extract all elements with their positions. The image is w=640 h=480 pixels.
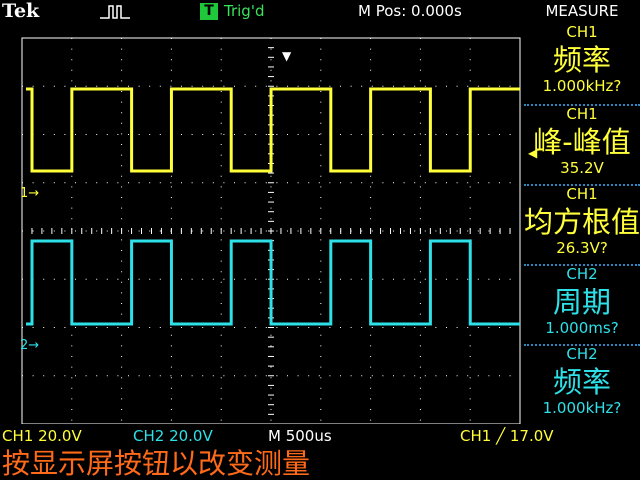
ch2-waveform bbox=[26, 239, 520, 326]
measure-type: 峰-峰值 bbox=[533, 125, 631, 159]
measure-source: CH1 bbox=[566, 185, 598, 203]
measure-source: CH1 bbox=[566, 105, 598, 123]
measure-value: 26.3V? bbox=[556, 239, 608, 257]
measure-value: 1.000kHz? bbox=[542, 77, 622, 95]
measure-value: 1.000kHz? bbox=[542, 399, 622, 417]
scale-readout-bar: CH1 20.0V CH2 20.0V M 500us CH1 ╱ 17.0V bbox=[0, 426, 640, 446]
measure-type: 频率 bbox=[552, 43, 611, 77]
ch2-ground-marker: 2→ bbox=[20, 338, 40, 353]
time-per-div: M 500us bbox=[268, 427, 332, 445]
measure-source: CH1 bbox=[566, 23, 598, 41]
ch1-waveform bbox=[26, 87, 520, 173]
measure-type: 均方根值 bbox=[524, 205, 640, 239]
measure-slot-4[interactable]: CH2 周期 1.000ms? bbox=[524, 264, 640, 342]
measure-type: 频率 bbox=[552, 365, 611, 399]
ch2-volts-per-div: CH2 20.0V bbox=[133, 427, 213, 445]
help-message: 按显示屏按钮以改变测量 bbox=[2, 447, 311, 480]
down-arrow-icon: ▼ bbox=[282, 49, 292, 63]
measure-slot-2[interactable]: CH1 峰-峰值 35.2V bbox=[524, 104, 640, 182]
run-pulse-icon bbox=[100, 3, 130, 20]
graticule bbox=[21, 37, 521, 424]
measure-slot-1[interactable]: CH1 频率 1.000kHz? bbox=[524, 22, 640, 100]
measure-value: 1.000ms? bbox=[545, 319, 619, 337]
trigger-readout: CH1 ╱ 17.0V bbox=[460, 427, 554, 445]
ch1-volts-per-div: CH1 20.0V bbox=[2, 427, 82, 445]
measure-source: CH2 bbox=[566, 345, 598, 363]
measure-slot-5[interactable]: CH2 频率 1.000kHz? bbox=[524, 344, 640, 422]
measure-title: MEASURE bbox=[545, 2, 619, 20]
ch1-ground-marker: 1→ bbox=[20, 186, 40, 201]
measure-value: 35.2V bbox=[560, 159, 604, 177]
waveform-display[interactable]: ▼ 1→ 2→ ◀ bbox=[20, 22, 537, 424]
measure-type: 周期 bbox=[552, 285, 611, 319]
trigger-badge: T bbox=[200, 3, 218, 20]
horizontal-position: M Pos: 0.000s bbox=[358, 2, 462, 20]
brand-logo: Tek bbox=[2, 0, 40, 22]
measure-slot-3[interactable]: CH1 均方根值 26.3V? bbox=[524, 184, 640, 262]
measure-source: CH2 bbox=[566, 265, 598, 283]
trigger-status: Trig'd bbox=[224, 2, 265, 20]
top-status-bar: Tek T Trig'd M Pos: 0.000s bbox=[0, 0, 522, 22]
measure-panel: MEASURE CH1 频率 1.000kHz? CH1 峰-峰值 35.2V … bbox=[524, 0, 640, 424]
